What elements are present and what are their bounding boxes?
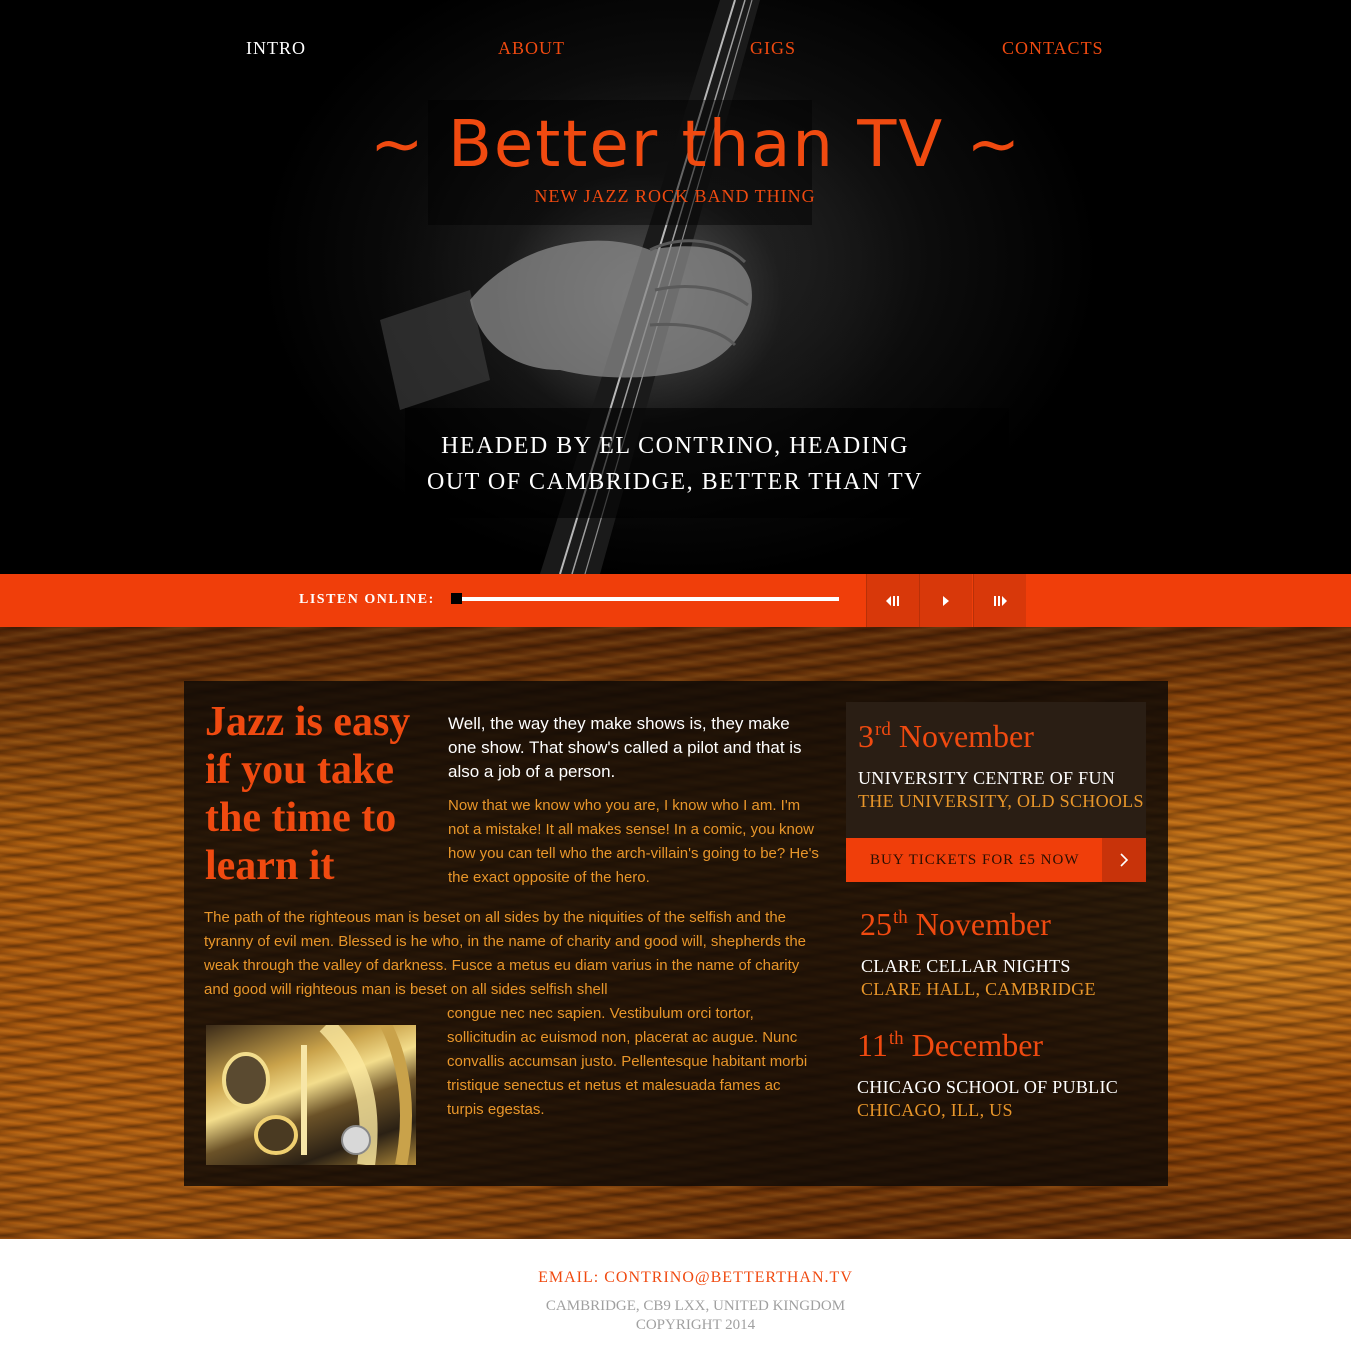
gig-venue-3: CHICAGO SCHOOL OF PUBLIC — [857, 1077, 1119, 1097]
chevron-right-icon — [1120, 853, 1129, 867]
footer-address: CAMBRIDGE, CB9 LXX, UNITED KINGDOM — [545, 1298, 846, 1314]
nav-item-contacts[interactable]: CONTACTS — [1002, 38, 1104, 59]
gig-month: November — [915, 906, 1051, 942]
hero-tagline: HEADED BY EL CONTRINO, HEADING OUT OF CA… — [380, 428, 970, 500]
progress-track[interactable] — [452, 597, 839, 601]
body-paragraph-wide: The path of the righteous man is beset o… — [204, 909, 806, 998]
footer-copyright: COPYRIGHT 2014 — [635, 1317, 756, 1333]
site-footer: EMAIL: CONTRINO@BETTERTHAN.TV CAMBRIDGE,… — [0, 1239, 1351, 1362]
gig-venue-1: UNIVERSITY CENTRE OF FUN — [858, 768, 1116, 788]
gig-place-1: THE UNIVERSITY, OLD SCHOOLS — [858, 791, 1144, 811]
gig-day-suffix: th — [888, 1028, 904, 1049]
gig-date-3: 11th December — [857, 1027, 1043, 1064]
hero-section: INTRO ABOUT GIGS CONTACTS ~ Better than … — [0, 0, 1351, 574]
buy-tickets-button[interactable]: BUY TICKETS FOR £5 NOW — [846, 838, 1102, 882]
previous-track-button[interactable] — [866, 574, 919, 627]
gig-date-1: 3rd November — [858, 718, 1034, 755]
main-nav: INTRO ABOUT GIGS CONTACTS — [0, 38, 1351, 62]
gig-day-suffix: rd — [875, 719, 891, 740]
gig-month: November — [898, 718, 1034, 754]
saxophone-image — [222, 1025, 412, 1165]
nav-item-intro[interactable]: INTRO — [246, 38, 306, 59]
play-button[interactable] — [919, 574, 972, 627]
gig-day: 3 — [858, 718, 874, 754]
gig-date-2: 25th November — [860, 906, 1051, 943]
intro-lead-paragraph: Well, the way they make shows is, they m… — [448, 714, 802, 781]
gig-day-suffix: th — [893, 907, 908, 928]
nav-item-gigs[interactable]: GIGS — [750, 38, 796, 59]
gig-day: 25 — [860, 906, 892, 942]
tagline-line-2: OUT OF CAMBRIDGE, BETTER THAN TV — [426, 469, 924, 495]
footer-email-link[interactable]: EMAIL: CONTRINO@BETTERTHAN.TV — [0, 1269, 1351, 1287]
gig-venue-2: CLARE CELLAR NIGHTS — [861, 956, 1071, 976]
audio-player-bar: LISTEN ONLINE: — [0, 574, 1351, 627]
site-logo-subtitle: NEW JAZZ ROCK BAND THING — [534, 186, 816, 206]
tagline-line-1: HEADED BY EL CONTRINO, HEADING — [441, 433, 909, 459]
intro-headline: Jazz is easy if you take the time to lea… — [205, 699, 411, 889]
gig-place-2: CLARE HALL, CAMBRIDGE — [861, 979, 1096, 999]
body-paragraph-side: congue nec nec sapien. Vestibulum orci t… — [447, 1005, 808, 1118]
play-icon — [943, 595, 949, 606]
site-logo-title[interactable]: ~ Better than TV ~ — [370, 108, 1020, 182]
saxophone-photo — [206, 1025, 416, 1165]
intro-body-paragraph: Now that we know who you are, I know who… — [448, 797, 819, 886]
previous-icon — [886, 595, 899, 606]
gig-day: 11 — [857, 1027, 888, 1063]
gig-month: December — [911, 1027, 1044, 1063]
next-track-button[interactable] — [973, 574, 1026, 627]
next-icon — [994, 595, 1007, 606]
nav-item-about[interactable]: ABOUT — [498, 38, 565, 59]
progress-handle[interactable] — [451, 593, 462, 604]
gig-place-3: CHICAGO, ILL, US — [857, 1100, 1013, 1120]
listen-online-label: LISTEN ONLINE: — [299, 592, 435, 607]
buy-tickets-arrow-button[interactable] — [1102, 838, 1146, 882]
